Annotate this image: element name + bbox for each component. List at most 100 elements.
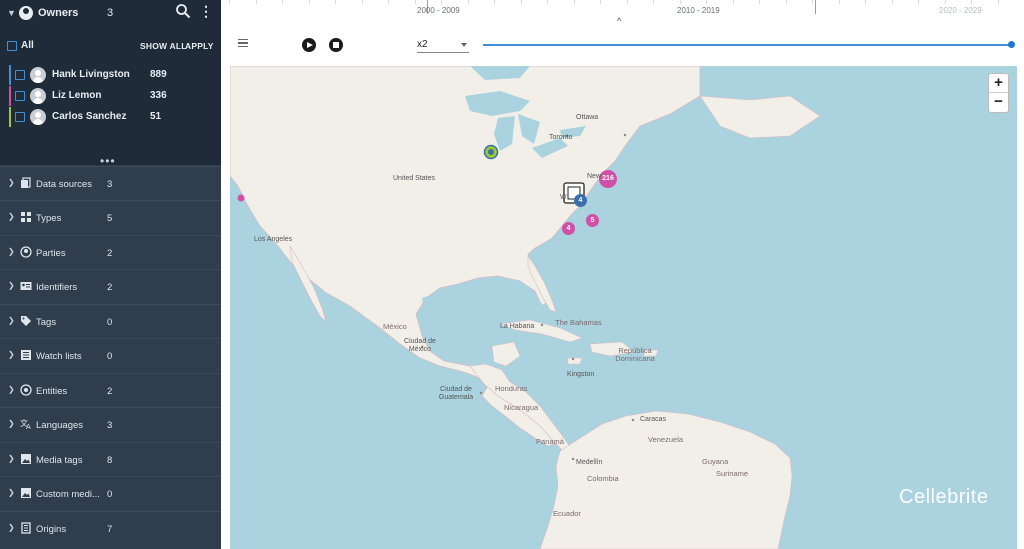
chevron-right-icon: ❯ [8,419,15,428]
chevron-down-icon[interactable]: ▼ [7,8,17,18]
timeline-tick [308,0,310,4]
cluster-marker[interactable]: 4 [562,222,575,235]
show-all-button[interactable]: SHOW ALL [140,41,187,51]
person-circle-icon [19,6,33,20]
search-icon[interactable] [175,3,191,19]
owner-checkbox[interactable] [15,112,25,122]
filter-watch-lists[interactable]: ❯ Watch lists 0 [0,338,221,372]
apply-button[interactable]: APPLY [185,41,214,51]
filter-count: 0 [107,317,113,328]
timeline-range-end-marker[interactable] [815,0,816,14]
timeline-tick [865,0,866,4]
filter-count: 5 [107,213,113,224]
timeline-tick [547,0,548,4]
filter-media-tags[interactable]: ❯ Media tags 8 [0,442,221,476]
cluster-marker[interactable]: 216 [599,170,617,188]
map-label-nicaragua: Nicaragua [504,403,539,412]
timeline-tick [467,0,469,4]
playback-progress-thumb[interactable] [1007,41,1015,48]
timeline-tick [838,0,840,4]
image-icon [21,454,31,464]
chevron-right-icon: ❯ [8,316,15,325]
city-dot [540,323,544,327]
filter-types[interactable]: ❯ Types 5 [0,200,221,234]
stop-button[interactable] [329,38,343,52]
map-view[interactable]: 216 4 5 4 United States Ottawa Toronto N… [230,66,1017,549]
filter-languages[interactable]: ❯ 文A Languages 3 [0,407,221,441]
timeline-tick [944,0,946,4]
timeline-tick [785,0,787,4]
zoom-out-button[interactable]: − [989,93,1008,112]
chevron-right-icon: ❯ [8,247,15,256]
timeline-decade-label[interactable]: 2020 - 2029 [939,6,982,15]
filter-label: Identifiers [36,282,78,293]
timeline-tick [520,0,522,4]
owner-name: Carlos Sanchez [52,111,127,122]
owner-row[interactable]: Carlos Sanchez 51 [0,107,221,127]
custom-media-icon [21,488,31,498]
timeline-tick [626,0,628,4]
zoom-in-button[interactable]: + [989,74,1008,93]
city-dot [623,133,627,137]
playback-speed-value: x2 [417,39,428,50]
timeline-tick [414,0,416,4]
filter-label: Custom medi... [36,489,100,500]
map-label-la-habana: La Habana [500,323,535,330]
more-vertical-icon[interactable]: ⋮ [199,3,213,21]
filter-label: Data sources [36,179,92,190]
owner-row[interactable]: Liz Lemon 336 [0,86,221,106]
play-button[interactable] [302,38,316,52]
menu-icon[interactable] [238,39,248,47]
owner-checkbox[interactable] [15,91,25,101]
filter-parties[interactable]: ❯ Parties 2 [0,235,221,269]
filter-count: 2 [107,248,113,259]
timeline-tick [255,0,257,4]
canada-maritime [699,95,821,139]
filter-origins[interactable]: ❯ Origins 7 [0,511,221,545]
playback-progress-track[interactable] [483,44,1011,46]
filter-label: Media tags [36,455,83,466]
filter-count: 2 [107,282,113,293]
owners-panel: ▼ Owners 3 ⋮ All SHOW ALL APPLY Hank Liv… [0,0,221,168]
timeline[interactable]: 2000 - 2009 2010 - 2019 2020 - 2029 ^ [221,0,1024,26]
timeline-tick [229,0,230,4]
chevron-right-icon: ❯ [8,212,15,221]
timeline-tick [282,0,283,4]
map-label-washington: W [560,194,567,201]
owner-row[interactable]: Hank Livingston 889 [0,65,221,85]
owner-color-bar [9,65,11,85]
cluster-marker[interactable]: 5 [586,214,599,227]
chevron-right-icon: ❯ [8,178,15,187]
playback-speed-select[interactable]: x2 [417,37,469,53]
filter-entities[interactable]: ❯ Entities 2 [0,373,221,407]
owner-color-bar [9,107,11,127]
timeline-tick [600,0,601,4]
filter-count: 3 [107,179,113,190]
owner-cluster-marker-core [488,149,494,155]
timeline-tick [679,0,681,4]
timeline-decade-label[interactable]: 2010 - 2019 [677,6,720,15]
filter-identifiers[interactable]: ❯ Identifiers 2 [0,269,221,303]
filter-custom-media[interactable]: ❯ Custom medi... 0 [0,476,221,510]
timeline-tick [759,0,760,4]
translate-icon: 文A [20,418,31,430]
owner-count: 51 [150,111,162,122]
owners-header[interactable]: ▼ Owners 3 ⋮ [0,0,221,26]
timeline-tick [361,0,363,4]
origins-icon [21,522,31,534]
timeline-ticks [221,0,1024,8]
filter-tags[interactable]: ❯ Tags 0 [0,304,221,338]
timeline-tick [441,0,442,4]
chevron-right-icon: ❯ [8,488,15,497]
yucatan-peninsula [491,341,521,367]
owner-checkbox[interactable] [15,70,25,80]
select-all-checkbox[interactable] [7,41,17,51]
timeline-tick [653,0,654,4]
filter-data-sources[interactable]: ❯ Data sources 3 [0,166,221,200]
cluster-marker[interactable]: 4 [574,194,587,207]
filter-label: Languages [36,420,84,431]
filter-count: 0 [107,489,113,500]
map-label-dominican-republic: República Dominicana [615,346,655,363]
owner-count: 889 [150,69,167,80]
timeline-decade-label[interactable]: 2000 - 2009 [417,6,460,15]
